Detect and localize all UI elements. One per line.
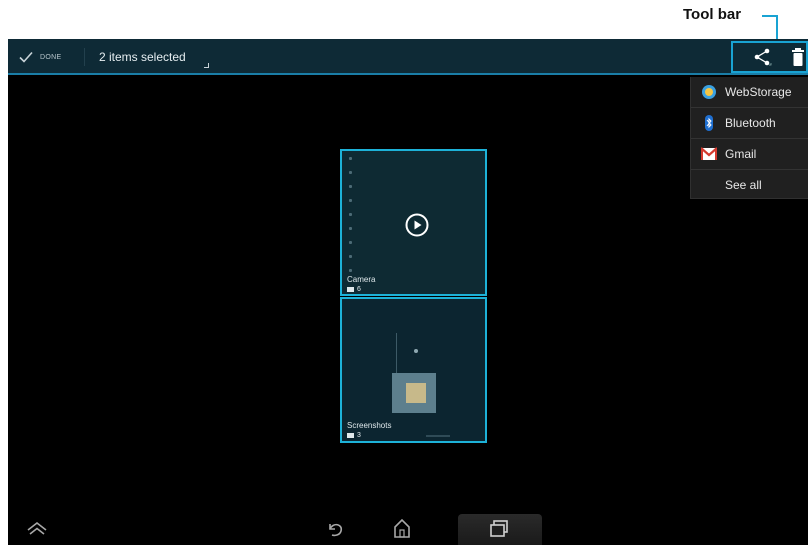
menu-item-label: Bluetooth bbox=[725, 116, 776, 130]
selection-count-text[interactable]: 2 items selected bbox=[99, 50, 186, 64]
album-tile-screenshots[interactable]: Screenshots 3 bbox=[340, 297, 487, 443]
check-icon bbox=[19, 51, 33, 63]
done-button[interactable]: DONE bbox=[18, 39, 61, 75]
play-video-icon[interactable] bbox=[405, 213, 429, 237]
album-meta: 6 bbox=[347, 286, 361, 293]
action-bar: DONE 2 items selected bbox=[8, 39, 808, 75]
share-menu: WebStorage Bluetooth Gmail See all bbox=[690, 77, 808, 199]
folder-icon bbox=[347, 433, 354, 438]
album-title: Screenshots bbox=[347, 421, 392, 430]
thumbnail-strip bbox=[349, 157, 353, 283]
menu-item-gmail[interactable]: Gmail bbox=[691, 139, 808, 169]
done-label: DONE bbox=[40, 53, 62, 61]
menu-item-label: See all bbox=[725, 178, 762, 192]
album-tile-camera[interactable]: Camera 6 bbox=[340, 149, 487, 296]
album-meta: 3 bbox=[347, 432, 361, 439]
folder-icon bbox=[347, 287, 354, 292]
thumbnail-decoration bbox=[414, 349, 418, 353]
recent-apps-icon[interactable] bbox=[489, 519, 509, 539]
menu-item-see-all[interactable]: See all bbox=[691, 170, 808, 200]
annotation-connector-vertical bbox=[776, 15, 778, 42]
album-count: 6 bbox=[357, 286, 361, 293]
album-title: Camera bbox=[347, 275, 376, 284]
menu-item-label: WebStorage bbox=[725, 85, 792, 99]
menu-item-label: Gmail bbox=[725, 147, 757, 161]
asus-menu-icon[interactable] bbox=[26, 519, 48, 539]
home-icon[interactable] bbox=[392, 517, 412, 539]
menu-item-webstorage[interactable]: WebStorage bbox=[691, 77, 808, 107]
toolbar-annotation-label: Tool bar bbox=[683, 6, 742, 23]
thumbnail-decoration bbox=[426, 435, 450, 437]
bluetooth-icon bbox=[705, 115, 713, 131]
toolbar-highlight-box bbox=[731, 41, 808, 73]
screenshot-thumbnail bbox=[392, 373, 436, 413]
album-count: 3 bbox=[357, 432, 361, 439]
actionbar-divider bbox=[84, 48, 85, 66]
gmail-icon bbox=[701, 147, 717, 160]
menu-item-bluetooth[interactable]: Bluetooth bbox=[691, 108, 808, 138]
webstorage-icon bbox=[702, 85, 716, 99]
thumbnail-decoration bbox=[396, 333, 397, 373]
tablet-screen: DONE 2 items selected WebStorage Bluetoo… bbox=[8, 39, 808, 545]
thumbnail-image bbox=[406, 383, 426, 403]
back-icon[interactable] bbox=[324, 518, 346, 540]
selection-dropdown-caret-icon[interactable] bbox=[204, 63, 209, 68]
